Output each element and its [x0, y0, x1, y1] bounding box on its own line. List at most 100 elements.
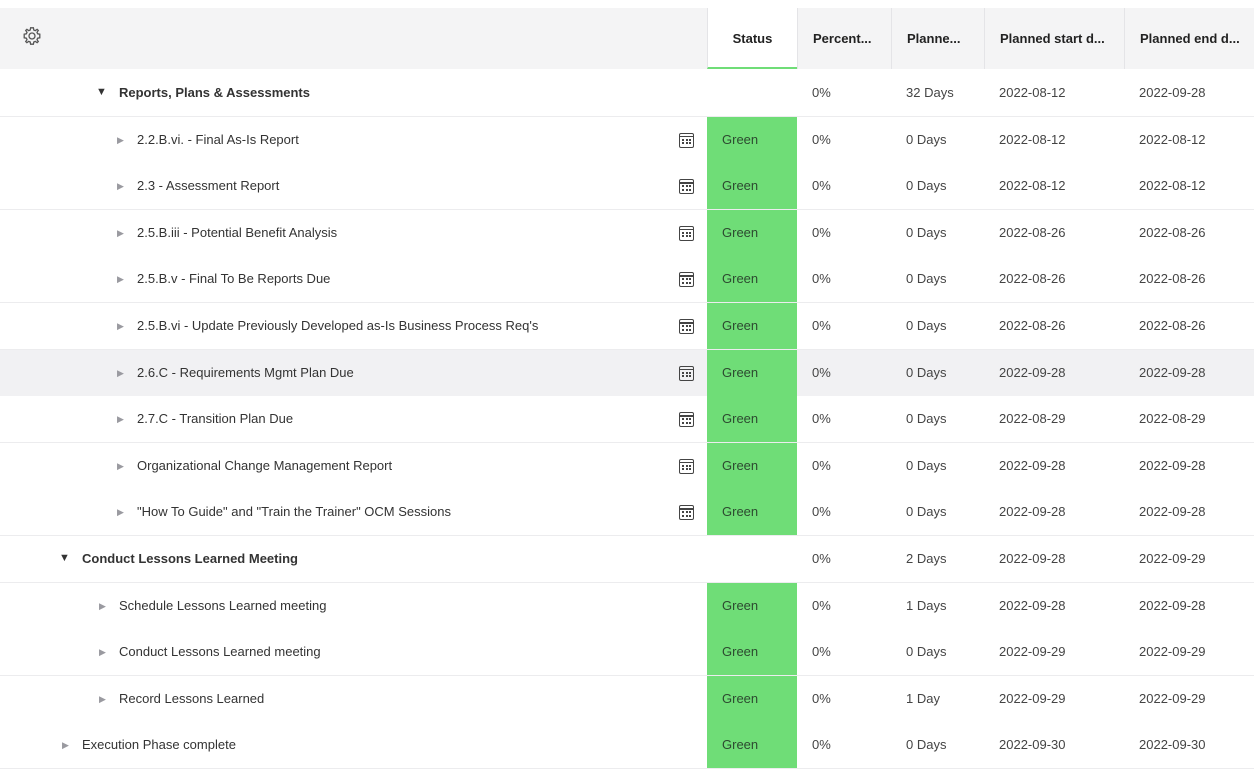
calendar-icon[interactable] — [679, 132, 694, 148]
status-cell[interactable]: Green — [707, 256, 797, 303]
planned-duration-cell[interactable]: 0 Days — [891, 443, 946, 489]
expand-caret-icon[interactable]: ▶ — [117, 507, 124, 518]
expand-caret-icon[interactable]: ▶ — [99, 694, 106, 705]
percent-cell[interactable]: 0% — [797, 396, 831, 442]
table-row[interactable]: ▶ 2.5.B.vi - Update Previously Developed … — [0, 303, 1254, 350]
planned-duration-cell[interactable]: 0 Days — [891, 117, 946, 163]
planned-start-cell[interactable]: 2022-08-12 — [984, 70, 1066, 116]
status-cell[interactable]: Green — [707, 116, 797, 163]
expand-caret-icon[interactable]: ▶ — [117, 181, 124, 192]
calendar-icon[interactable] — [679, 365, 694, 381]
task-name[interactable]: 2.5.B.v - Final To Be Reports Due — [137, 256, 330, 302]
planned-start-cell[interactable]: 2022-09-29 — [984, 676, 1066, 722]
task-name[interactable]: 2.5.B.vi - Update Previously Developed a… — [137, 303, 538, 349]
table-row[interactable]: ▶ "How To Guide" and "Train the Trainer" … — [0, 489, 1254, 537]
calendar-icon[interactable] — [679, 319, 694, 334]
percent-cell[interactable]: 0% — [797, 583, 831, 629]
table-row[interactable]: ▶ Record Lessons Learned Green 0% 1 Day 2022-… — [0, 675, 1254, 723]
collapse-caret-icon[interactable]: ▼ — [96, 86, 107, 98]
status-cell[interactable]: Green — [707, 442, 797, 489]
planned-duration-cell[interactable]: 0 Days — [891, 489, 946, 535]
percent-cell[interactable]: 0% — [797, 722, 831, 768]
status-cell[interactable]: Green — [707, 629, 797, 676]
planned-start-cell[interactable]: 2022-08-12 — [984, 117, 1066, 163]
status-cell[interactable]: Green — [707, 675, 797, 722]
percent-cell[interactable]: 0% — [797, 629, 831, 675]
planned-duration-cell[interactable]: 0 Days — [891, 396, 946, 442]
planned-start-cell[interactable]: 2022-08-26 — [984, 256, 1066, 302]
status-cell[interactable]: Green — [707, 209, 797, 256]
planned-start-cell[interactable]: 2022-09-29 — [984, 629, 1066, 675]
table-row[interactable]: ▶ Schedule Lessons Learned meeting Green 0%… — [0, 582, 1254, 630]
status-cell[interactable]: Green — [707, 349, 797, 396]
gear-icon[interactable] — [22, 26, 42, 46]
group-row[interactable]: ▼ Reports, Plans & Assessments 0% 32 Days 20… — [0, 70, 1254, 117]
percent-cell[interactable]: 0% — [797, 256, 831, 302]
task-name[interactable]: 2.3 - Assessment Report — [137, 163, 279, 209]
status-cell[interactable] — [707, 536, 797, 582]
task-name[interactable]: 2.7.C - Transition Plan Due — [137, 396, 293, 442]
column-header-status[interactable]: Status — [707, 8, 797, 69]
expand-caret-icon[interactable]: ▶ — [117, 228, 124, 239]
planned-end-cell[interactable]: 2022-09-28 — [1124, 489, 1206, 535]
planned-end-cell[interactable]: 2022-08-26 — [1124, 303, 1206, 349]
planned-end-cell[interactable]: 2022-09-30 — [1124, 722, 1206, 768]
percent-cell[interactable]: 0% — [797, 70, 831, 116]
planned-end-cell[interactable]: 2022-09-28 — [1124, 350, 1206, 396]
calendar-icon[interactable] — [679, 272, 694, 288]
planned-start-cell[interactable]: 2022-08-29 — [984, 396, 1066, 442]
planned-start-cell[interactable]: 2022-08-12 — [984, 163, 1066, 209]
expand-caret-icon[interactable]: ▶ — [99, 601, 106, 612]
column-header-percent[interactable]: Percent... — [797, 8, 891, 69]
planned-duration-cell[interactable]: 1 Days — [891, 583, 946, 629]
percent-cell[interactable]: 0% — [797, 210, 831, 256]
planned-end-cell[interactable]: 2022-09-29 — [1124, 629, 1206, 675]
planned-start-cell[interactable]: 2022-09-28 — [984, 489, 1066, 535]
planned-end-cell[interactable]: 2022-08-29 — [1124, 396, 1206, 442]
expand-caret-icon[interactable]: ▶ — [117, 274, 124, 285]
planned-start-cell[interactable]: 2022-09-28 — [984, 443, 1066, 489]
task-name[interactable]: Reports, Plans & Assessments — [119, 70, 310, 116]
task-name[interactable]: Organizational Change Management Report — [137, 443, 392, 489]
planned-duration-cell[interactable]: 1 Day — [891, 676, 940, 722]
calendar-icon[interactable] — [679, 412, 694, 428]
planned-start-cell[interactable]: 2022-08-26 — [984, 210, 1066, 256]
planned-end-cell[interactable]: 2022-08-12 — [1124, 117, 1206, 163]
planned-duration-cell[interactable]: 0 Days — [891, 163, 946, 209]
percent-cell[interactable]: 0% — [797, 489, 831, 535]
calendar-icon[interactable] — [679, 179, 694, 195]
expand-caret-icon[interactable]: ▶ — [99, 647, 106, 658]
planned-start-cell[interactable]: 2022-09-28 — [984, 583, 1066, 629]
collapse-caret-icon[interactable]: ▼ — [59, 552, 70, 564]
planned-duration-cell[interactable]: 0 Days — [891, 722, 946, 768]
planned-duration-cell[interactable]: 0 Days — [891, 210, 946, 256]
planned-end-cell[interactable]: 2022-09-28 — [1124, 443, 1206, 489]
group-row[interactable]: ▼ Conduct Lessons Learned Meeting 0% 2 Days… — [0, 536, 1254, 583]
column-header-planned-start[interactable]: Planned start d... — [984, 8, 1124, 69]
table-row[interactable]: ▶ 2.6.C - Requirements Mgmt Plan Due Green… — [0, 349, 1254, 397]
column-header-planned-duration[interactable]: Planne... — [891, 8, 984, 69]
expand-caret-icon[interactable]: ▶ — [117, 414, 124, 425]
expand-caret-icon[interactable]: ▶ — [117, 321, 124, 332]
status-cell[interactable]: Green — [707, 303, 797, 349]
table-row[interactable]: ▶ Execution Phase complete Green 0% 0 Days 20… — [0, 722, 1254, 769]
planned-start-cell[interactable]: 2022-09-28 — [984, 536, 1066, 582]
expand-caret-icon[interactable]: ▶ — [117, 368, 124, 379]
status-cell[interactable]: Green — [707, 163, 797, 210]
percent-cell[interactable]: 0% — [797, 303, 831, 349]
status-cell[interactable]: Green — [707, 396, 797, 443]
percent-cell[interactable]: 0% — [797, 350, 831, 396]
percent-cell[interactable]: 0% — [797, 443, 831, 489]
percent-cell[interactable]: 0% — [797, 117, 831, 163]
task-name[interactable]: 2.2.B.vi. - Final As-Is Report — [137, 117, 299, 163]
planned-start-cell[interactable]: 2022-08-26 — [984, 303, 1066, 349]
percent-cell[interactable]: 0% — [797, 536, 831, 582]
planned-end-cell[interactable]: 2022-09-28 — [1124, 70, 1206, 116]
table-row[interactable]: ▶ Organizational Change Management Report… — [0, 442, 1254, 490]
planned-end-cell[interactable]: 2022-09-29 — [1124, 676, 1206, 722]
task-name[interactable]: "How To Guide" and "Train the Trainer" O… — [137, 489, 451, 535]
table-row[interactable]: ▶ 2.2.B.vi. - Final As-Is Report Green 0% 0 … — [0, 116, 1254, 164]
planned-duration-cell[interactable]: 2 Days — [891, 536, 946, 582]
table-row[interactable]: ▶ 2.5.B.v - Final To Be Reports Due Green 0… — [0, 256, 1254, 304]
planned-end-cell[interactable]: 2022-09-28 — [1124, 583, 1206, 629]
